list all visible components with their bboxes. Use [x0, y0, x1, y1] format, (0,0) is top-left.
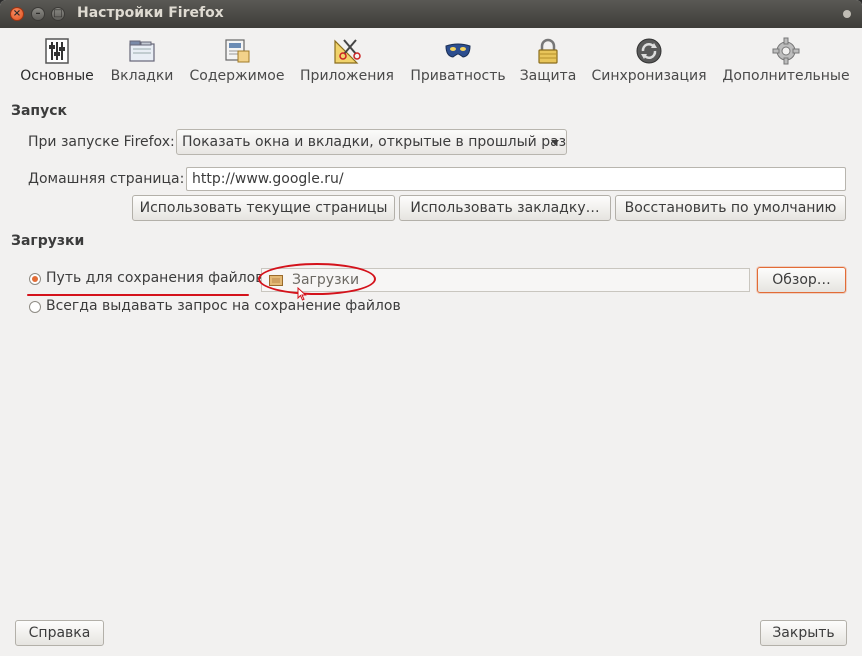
tab-content[interactable]: Содержимое: [186, 28, 288, 90]
minimize-icon: –: [35, 8, 41, 19]
preferences-window: × – □ Настройки Firefox Основные Вкладки…: [0, 0, 862, 656]
close-window-button[interactable]: ×: [10, 7, 24, 21]
sliders-icon: [45, 38, 69, 64]
tab-advanced-label: Дополнительные: [722, 68, 850, 84]
tab-general-label: Основные: [20, 68, 94, 84]
maximize-icon: □: [53, 8, 63, 19]
lock-icon: [538, 38, 558, 64]
home-page-label: Домашняя страница:: [28, 171, 185, 187]
sync-icon: [636, 38, 662, 64]
save-path-label[interactable]: Путь для сохранения файлов: [46, 270, 264, 286]
window-title: Настройки Firefox: [77, 5, 224, 21]
restore-default-button[interactable]: Восстановить по умолчанию: [615, 195, 846, 221]
save-path-radio[interactable]: [29, 273, 41, 285]
tab-sync-label: Синхронизация: [591, 68, 707, 84]
tabs-icon: [129, 40, 155, 62]
chevron-down-icon: [551, 140, 559, 145]
startup-heading: Запуск: [11, 103, 67, 119]
tab-applications-label: Приложения: [300, 68, 394, 84]
preferences-toolbar: Основные Вкладки Содержимое Приложения П…: [0, 28, 862, 94]
use-current-pages-button[interactable]: Использовать текущие страницы: [132, 195, 395, 221]
tab-general[interactable]: Основные: [14, 28, 100, 90]
title-bar: × – □ Настройки Firefox: [0, 0, 862, 28]
tab-security[interactable]: Защита: [516, 28, 580, 90]
maximize-window-button[interactable]: □: [51, 7, 65, 21]
content-icon: [225, 39, 250, 63]
tab-privacy[interactable]: Приватность: [406, 28, 510, 90]
tab-tabs[interactable]: Вкладки: [106, 28, 178, 90]
applications-icon: [334, 39, 361, 64]
close-icon: ×: [12, 8, 22, 19]
close-button[interactable]: Закрыть: [760, 620, 847, 646]
mouse-cursor-icon: [297, 287, 307, 301]
tab-security-label: Защита: [519, 68, 577, 84]
gear-icon: [772, 37, 800, 65]
tab-applications[interactable]: Приложения: [296, 28, 398, 90]
window-menu-icon[interactable]: [843, 10, 851, 18]
always-ask-label[interactable]: Всегда выдавать запрос на сохранение фай…: [46, 298, 401, 314]
downloads-heading: Загрузки: [11, 233, 85, 249]
always-ask-radio[interactable]: [29, 301, 41, 313]
tab-sync[interactable]: Синхронизация: [588, 28, 710, 90]
tab-content-label: Содержимое: [189, 68, 285, 84]
home-page-value: http://www.google.ru/: [192, 171, 344, 187]
startup-when-label: При запуске Firefox:: [28, 134, 175, 150]
minimize-window-button[interactable]: –: [31, 7, 45, 21]
tab-privacy-label: Приватность: [410, 68, 506, 84]
mask-icon: [445, 43, 471, 58]
startup-when-value: Показать окна и вкладки, открытые в прош…: [182, 134, 567, 150]
annotation-ellipse: [258, 263, 376, 295]
browse-button[interactable]: Обзор…: [757, 267, 846, 293]
use-bookmark-button[interactable]: Использовать закладку…: [399, 195, 611, 221]
help-button[interactable]: Справка: [15, 620, 104, 646]
home-page-input[interactable]: http://www.google.ru/: [186, 167, 846, 191]
startup-when-select[interactable]: Показать окна и вкладки, открытые в прош…: [176, 129, 567, 155]
tab-advanced[interactable]: Дополнительные: [718, 28, 854, 90]
tab-tabs-label: Вкладки: [110, 68, 174, 84]
annotation-underline: [27, 294, 249, 296]
